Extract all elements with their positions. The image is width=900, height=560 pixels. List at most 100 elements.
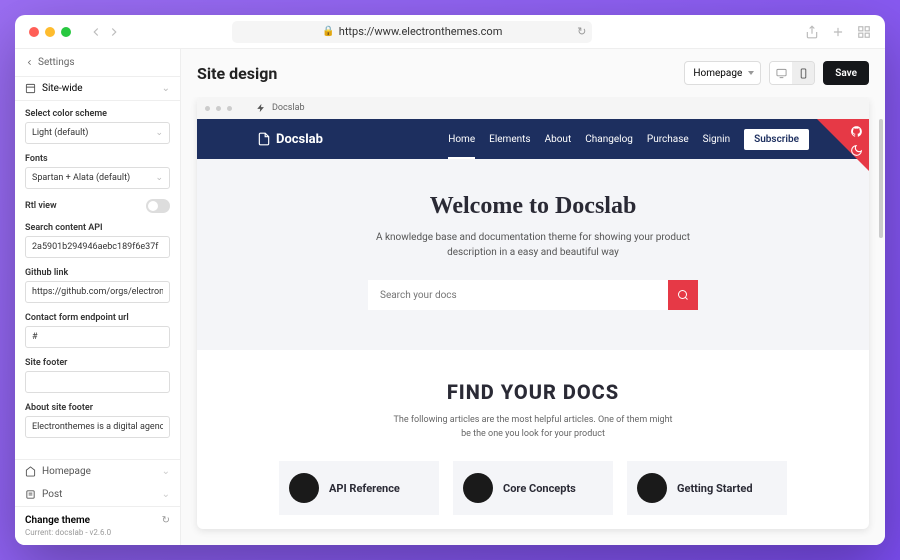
color-scheme-select[interactable]: Light (default) ⌄ [25, 122, 170, 144]
mobile-view-button[interactable] [792, 62, 814, 84]
nav-link-about[interactable]: About [545, 134, 572, 145]
sitewide-label: Site-wide [42, 83, 83, 94]
field-label: Rtl view [25, 201, 57, 211]
field-label: About site footer [25, 403, 170, 413]
nav-items: Home Elements About Changelog Purchase S… [448, 129, 809, 150]
site-preview: Docslab Docslab Home Elements About [197, 97, 869, 529]
browser-nav-arrows [89, 25, 121, 39]
corner-icons [850, 125, 863, 157]
change-theme-link[interactable]: Change theme [25, 515, 90, 526]
browser-actions [805, 25, 871, 39]
rtl-toggle[interactable] [146, 199, 170, 213]
subscribe-button[interactable]: Subscribe [744, 129, 809, 150]
forward-icon[interactable] [107, 25, 121, 39]
tab-dot [216, 106, 221, 111]
field-github: Github link [25, 268, 170, 303]
sitewide-row[interactable]: Site-wide ⌄ [15, 76, 180, 101]
tab-dot [205, 106, 210, 111]
search-api-input[interactable] [25, 236, 170, 258]
page-title: Site design [197, 64, 277, 83]
card-getting-started[interactable]: Getting Started [627, 461, 787, 515]
github-input[interactable] [25, 281, 170, 303]
main-panel: Site design Homepage Save [181, 49, 885, 545]
close-window-button[interactable] [29, 27, 39, 37]
nav-link-signin[interactable]: Signin [703, 134, 730, 145]
browser-chrome-bar: 🔒 https://www.electronthemes.com ↻ [15, 15, 885, 49]
chevron-down-icon: ⌄ [162, 489, 170, 500]
preview-scrollbar[interactable] [879, 119, 883, 545]
site-navbar: Docslab Home Elements About Changelog Pu… [197, 119, 869, 159]
sync-icon[interactable]: ↻ [162, 515, 170, 526]
nav-link-changelog[interactable]: Changelog [585, 134, 633, 145]
sidebar-footer: Change theme ↻ Current: docslab - v2.6.0 [15, 506, 180, 545]
site-logo[interactable]: Docslab [257, 132, 323, 147]
about-footer-input[interactable] [25, 416, 170, 438]
field-color-scheme: Select color scheme Light (default) ⌄ [25, 109, 170, 144]
section-title: FIND YOUR DOCS [217, 380, 849, 404]
fonts-select[interactable]: Spartan + Alata (default) ⌄ [25, 167, 170, 189]
search-wrap [368, 280, 698, 310]
search-icon [677, 289, 689, 301]
card-title: Getting Started [677, 482, 753, 495]
url-bar[interactable]: 🔒 https://www.electronthemes.com ↻ [232, 21, 592, 43]
sidebar-item-post[interactable]: Post ⌄ [15, 483, 180, 506]
back-label: Settings [38, 57, 75, 68]
sidebar-fields: Select color scheme Light (default) ⌄ Fo… [15, 101, 180, 459]
desktop-view-button[interactable] [770, 62, 792, 84]
sidebar-nav: Homepage ⌄ Post ⌄ [15, 459, 180, 506]
field-label: Contact form endpoint url [25, 313, 170, 323]
scrollbar-thumb[interactable] [879, 119, 883, 238]
grid-icon[interactable] [857, 25, 871, 39]
cards-row: API Reference Core Concepts Getting Star… [217, 461, 849, 515]
settings-sidebar: Settings Site-wide ⌄ Select color scheme… [15, 49, 181, 545]
page-select[interactable]: Homepage [684, 61, 761, 85]
topbar-actions: Homepage Save [684, 61, 869, 85]
card-api-reference[interactable]: API Reference [279, 461, 439, 515]
preview-canvas: Docslab Docslab Home Elements About [181, 97, 885, 545]
back-to-settings[interactable]: Settings [15, 49, 180, 76]
field-search-api: Search content API [25, 223, 170, 258]
chevron-down-icon: ⌄ [155, 173, 163, 183]
layout-icon [25, 83, 36, 94]
card-title: Core Concepts [503, 482, 576, 495]
field-label: Search content API [25, 223, 170, 233]
chevron-down-icon: ⌄ [162, 466, 170, 477]
moon-icon[interactable] [850, 144, 863, 157]
field-label: Github link [25, 268, 170, 278]
browser-window: 🔒 https://www.electronthemes.com ↻ Setti… [15, 15, 885, 545]
sidebar-item-homepage[interactable]: Homepage ⌄ [15, 460, 180, 483]
post-icon [25, 489, 36, 500]
preview-tab-title: Docslab [272, 103, 305, 113]
save-button[interactable]: Save [823, 61, 869, 85]
field-label: Site footer [25, 358, 170, 368]
hero-section: Welcome to Docslab A knowledge base and … [197, 159, 869, 350]
github-icon[interactable] [850, 125, 863, 138]
contact-input[interactable] [25, 326, 170, 348]
card-core-concepts[interactable]: Core Concepts [453, 461, 613, 515]
card-icon [289, 473, 319, 503]
card-icon [637, 473, 667, 503]
hero-search-button[interactable] [668, 280, 698, 310]
card-title: API Reference [329, 482, 400, 495]
hero-search-input[interactable] [368, 280, 668, 310]
home-icon [25, 466, 36, 477]
minimize-window-button[interactable] [45, 27, 55, 37]
viewport-toggle [769, 61, 815, 85]
nav-link-elements[interactable]: Elements [489, 134, 530, 145]
site-footer-input[interactable] [25, 371, 170, 393]
back-icon[interactable] [89, 25, 103, 39]
plus-icon[interactable] [831, 25, 845, 39]
current-theme-text: Current: docslab - v2.6.0 [25, 528, 170, 537]
nav-link-purchase[interactable]: Purchase [647, 134, 689, 145]
nav-link-home[interactable]: Home [448, 134, 475, 145]
refresh-icon[interactable]: ↻ [577, 25, 586, 38]
maximize-window-button[interactable] [61, 27, 71, 37]
desktop-icon [776, 68, 787, 79]
chevron-down-icon: ⌄ [162, 83, 170, 94]
mobile-icon [798, 68, 809, 79]
tab-dot [227, 106, 232, 111]
field-contact: Contact form endpoint url [25, 313, 170, 348]
app-body: Settings Site-wide ⌄ Select color scheme… [15, 49, 885, 545]
share-icon[interactable] [805, 25, 819, 39]
traffic-lights [29, 27, 71, 37]
